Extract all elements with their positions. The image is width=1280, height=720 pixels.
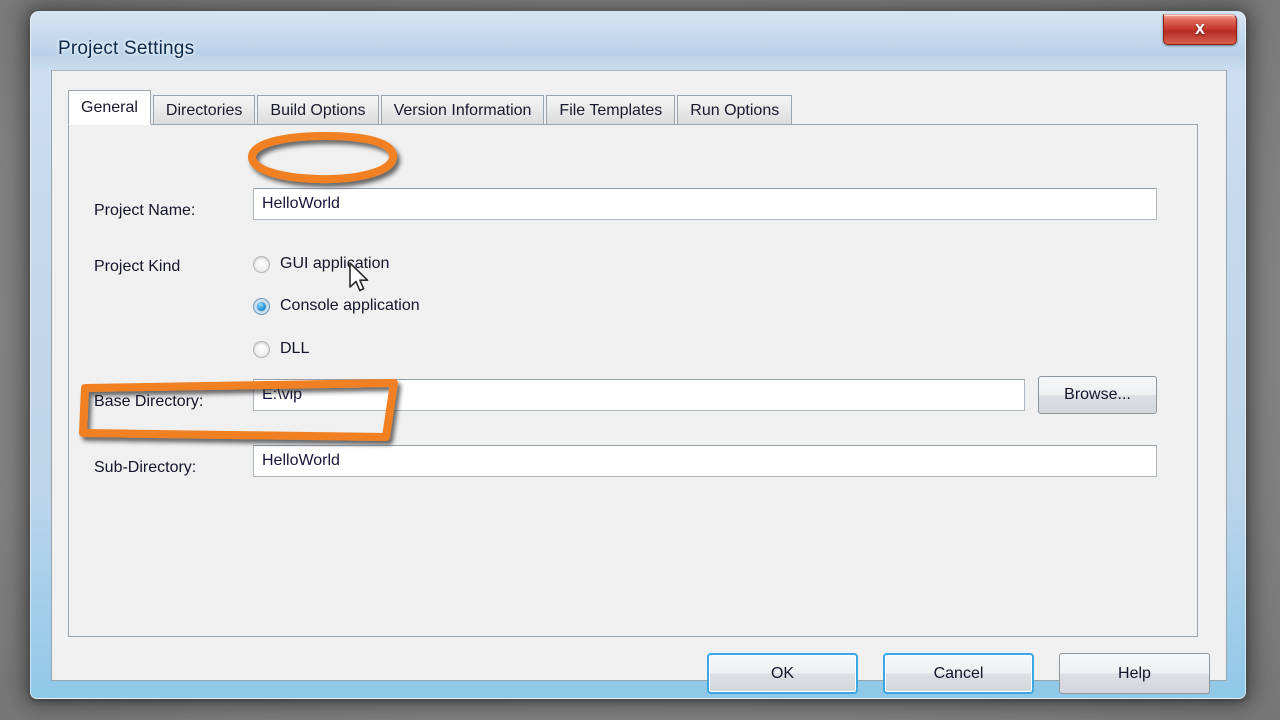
tab-general[interactable]: General (68, 90, 151, 125)
dialog-titlebar[interactable]: Project Settings x (31, 12, 1245, 70)
radio-label-console: Console application (280, 297, 420, 314)
tab-run-options[interactable]: Run Options (677, 95, 793, 125)
sub-directory-label: Sub-Directory: (94, 459, 197, 476)
close-x-icon: x (1194, 18, 1205, 38)
dialog-title: Project Settings (58, 38, 195, 59)
radio-indicator-console (253, 297, 270, 315)
radio-label-gui: GUI application (280, 255, 390, 272)
close-button[interactable]: x (1163, 14, 1237, 45)
project-name-value: HelloWorld (262, 195, 340, 212)
tab-directories[interactable]: Directories (152, 95, 256, 125)
radio-console-application[interactable]: Console application (253, 297, 420, 315)
tab-strip: General Directories Build Options Versio… (68, 90, 794, 125)
tab-panel-general: Project Name: HelloWorld Project Kind GU… (68, 124, 1198, 637)
arrow-pointer-icon (349, 262, 369, 292)
base-directory-input[interactable]: E:\vip (253, 379, 1025, 411)
browse-button[interactable]: Browse... (1038, 376, 1157, 414)
base-directory-label: Base Directory: (94, 393, 204, 410)
tab-build-options[interactable]: Build Options (257, 95, 379, 125)
sub-directory-value: HelloWorld (262, 452, 340, 469)
help-button[interactable]: Help (1059, 653, 1210, 694)
tab-version-information[interactable]: Version Information (380, 95, 545, 125)
dialog-client-area: General Directories Build Options Versio… (51, 70, 1227, 694)
ok-button[interactable]: OK (707, 653, 858, 694)
sub-directory-input[interactable]: HelloWorld (253, 445, 1157, 477)
tab-file-templates[interactable]: File Templates (546, 95, 676, 125)
radio-indicator-dll (253, 340, 270, 358)
radio-dll[interactable]: DLL (253, 340, 309, 358)
radio-label-dll: DLL (280, 340, 310, 357)
desktop-background: Project Settings x General Directories B… (0, 0, 1280, 720)
radio-indicator-gui (253, 255, 270, 273)
project-kind-label: Project Kind (94, 258, 181, 275)
base-directory-value: E:\vip (262, 386, 303, 403)
cancel-button[interactable]: Cancel (883, 653, 1034, 694)
project-name-input[interactable]: HelloWorld (253, 188, 1157, 220)
project-name-label: Project Name: (94, 202, 196, 219)
project-settings-dialog: Project Settings x General Directories B… (30, 11, 1246, 699)
